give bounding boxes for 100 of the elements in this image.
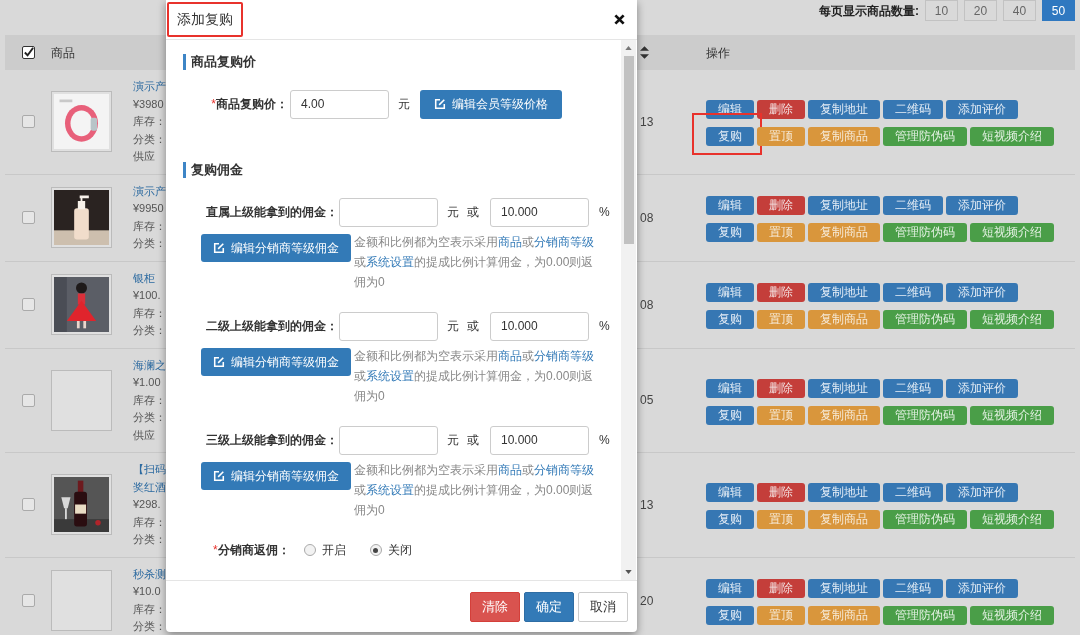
action-button[interactable]: 添加评价 <box>946 579 1018 598</box>
edit-commission-button[interactable]: 编辑分销商等级佣金 <box>201 348 351 376</box>
action-button[interactable]: 编辑 <box>706 196 754 215</box>
checkbox[interactable] <box>21 594 35 607</box>
action-button[interactable]: 二维码 <box>883 100 943 120</box>
link[interactable]: 分销商等级 <box>534 349 594 363</box>
action-button[interactable]: 复制商品 <box>808 127 880 147</box>
amount-field[interactable] <box>339 311 438 341</box>
action-button[interactable]: 复制商品 <box>808 310 880 329</box>
action-button[interactable]: 添加评价 <box>946 483 1018 503</box>
action-button[interactable]: 管理防伪码 <box>883 606 967 625</box>
action-button[interactable]: 编辑 <box>706 378 754 398</box>
action-button[interactable]: 添加评价 <box>946 100 1018 120</box>
action-button[interactable]: 复购 <box>706 310 754 329</box>
action-button[interactable]: 添加评价 <box>946 378 1018 398</box>
link[interactable]: 分销商等级 <box>534 463 594 477</box>
action-button[interactable]: 二维码 <box>883 283 943 302</box>
edit-commission-button[interactable]: 编辑分销商等级佣金 <box>201 462 351 490</box>
action-button[interactable]: 置顶 <box>757 223 805 242</box>
action-button[interactable]: 短视频介绍 <box>970 223 1054 242</box>
footer-button[interactable]: 清除 <box>470 591 520 622</box>
percent-field[interactable]: 10.000 <box>490 425 589 455</box>
amount-field[interactable] <box>339 425 438 455</box>
amount-field[interactable] <box>339 197 438 227</box>
caret-up-icon[interactable] <box>625 46 632 50</box>
action-button[interactable]: 复制地址 <box>808 196 880 215</box>
footer-button[interactable]: 确定 <box>524 591 574 622</box>
checkbox[interactable] <box>21 46 35 59</box>
edit-commission-button[interactable]: 编辑分销商等级佣金 <box>201 234 351 262</box>
action-button[interactable]: 添加评价 <box>946 283 1018 302</box>
link[interactable]: 系统设置 <box>366 369 414 383</box>
action-button[interactable]: 管理防伪码 <box>883 223 967 242</box>
link[interactable]: 系统设置 <box>366 483 414 497</box>
action-button[interactable]: 短视频介绍 <box>970 606 1054 625</box>
action-button[interactable]: 置顶 <box>757 510 805 530</box>
radio[interactable] <box>369 544 382 556</box>
link[interactable]: 分销商等级 <box>534 235 594 249</box>
action-button[interactable]: 编辑 <box>706 283 754 302</box>
product-title[interactable]: 银柜 <box>133 269 155 287</box>
action-button[interactable]: 复制商品 <box>808 223 880 242</box>
action-button[interactable]: 删除 <box>757 283 805 302</box>
action-button[interactable]: 管理防伪码 <box>883 127 967 147</box>
action-button[interactable]: 短视频介绍 <box>970 127 1054 147</box>
checkbox[interactable] <box>21 393 35 407</box>
action-button[interactable]: 短视频介绍 <box>970 310 1054 329</box>
close-icon[interactable] <box>614 14 625 25</box>
action-button[interactable]: 复制地址 <box>808 283 880 302</box>
product-title[interactable]: 演示产 <box>133 182 166 200</box>
link[interactable]: 商品 <box>498 349 522 363</box>
action-button[interactable]: 置顶 <box>757 606 805 625</box>
action-button[interactable]: 二维码 <box>883 483 943 503</box>
action-button[interactable]: 删除 <box>757 579 805 598</box>
action-button[interactable]: 复购 <box>706 223 754 242</box>
action-button[interactable]: 复制地址 <box>808 378 880 398</box>
price-field[interactable]: 4.00 <box>290 89 389 119</box>
action-button[interactable]: 复制地址 <box>808 483 880 503</box>
action-button[interactable]: 编辑 <box>706 483 754 503</box>
action-button[interactable]: 添加评价 <box>946 196 1018 215</box>
page-size-option[interactable]: 50 <box>1042 0 1075 21</box>
action-button[interactable]: 复制商品 <box>808 405 880 425</box>
action-button[interactable]: 管理防伪码 <box>883 510 967 530</box>
action-button[interactable]: 删除 <box>757 483 805 503</box>
action-button[interactable]: 复制商品 <box>808 606 880 625</box>
action-button[interactable]: 复制商品 <box>808 510 880 530</box>
action-button[interactable]: 删除 <box>757 196 805 215</box>
link[interactable]: 商品 <box>498 235 522 249</box>
scrollbar-thumb[interactable] <box>623 56 634 244</box>
action-button[interactable]: 删除 <box>757 378 805 398</box>
checkbox[interactable] <box>21 498 35 512</box>
page-size-option[interactable]: 40 <box>1003 0 1036 21</box>
radio[interactable] <box>303 544 316 556</box>
footer-button[interactable]: 取消 <box>578 591 628 622</box>
action-button[interactable]: 二维码 <box>883 378 943 398</box>
action-button[interactable]: 复购 <box>706 405 754 425</box>
product-title[interactable]: 秒杀测 <box>133 565 166 583</box>
action-button[interactable]: 复制地址 <box>808 100 880 120</box>
product-title[interactable]: 演示产 <box>133 78 166 96</box>
action-button[interactable]: 二维码 <box>883 579 943 598</box>
checkbox[interactable] <box>21 211 35 224</box>
checkbox[interactable] <box>21 115 35 129</box>
action-button[interactable]: 置顶 <box>757 405 805 425</box>
product-title[interactable]: 奖红酒 <box>133 478 166 496</box>
action-button[interactable]: 复购 <box>706 127 754 147</box>
product-title[interactable]: 海澜之 <box>133 356 166 374</box>
action-button[interactable]: 管理防伪码 <box>883 310 967 329</box>
percent-field[interactable]: 10.000 <box>490 197 589 227</box>
caret-down-icon[interactable] <box>625 570 632 574</box>
action-button[interactable]: 短视频介绍 <box>970 405 1054 425</box>
action-button[interactable]: 二维码 <box>883 196 943 215</box>
action-button[interactable]: 复购 <box>706 606 754 625</box>
action-button[interactable]: 复制地址 <box>808 579 880 598</box>
link[interactable]: 商品 <box>498 463 522 477</box>
product-title[interactable]: 【扫码 <box>133 461 166 479</box>
page-size-option[interactable]: 10 <box>925 0 958 21</box>
scrollbar[interactable] <box>621 40 636 580</box>
action-button[interactable]: 短视频介绍 <box>970 510 1054 530</box>
checkbox[interactable] <box>21 298 35 311</box>
action-button[interactable]: 置顶 <box>757 310 805 329</box>
action-button[interactable]: 编辑 <box>706 579 754 598</box>
edit-member-price-button[interactable]: 编辑会员等级价格 <box>420 89 562 119</box>
